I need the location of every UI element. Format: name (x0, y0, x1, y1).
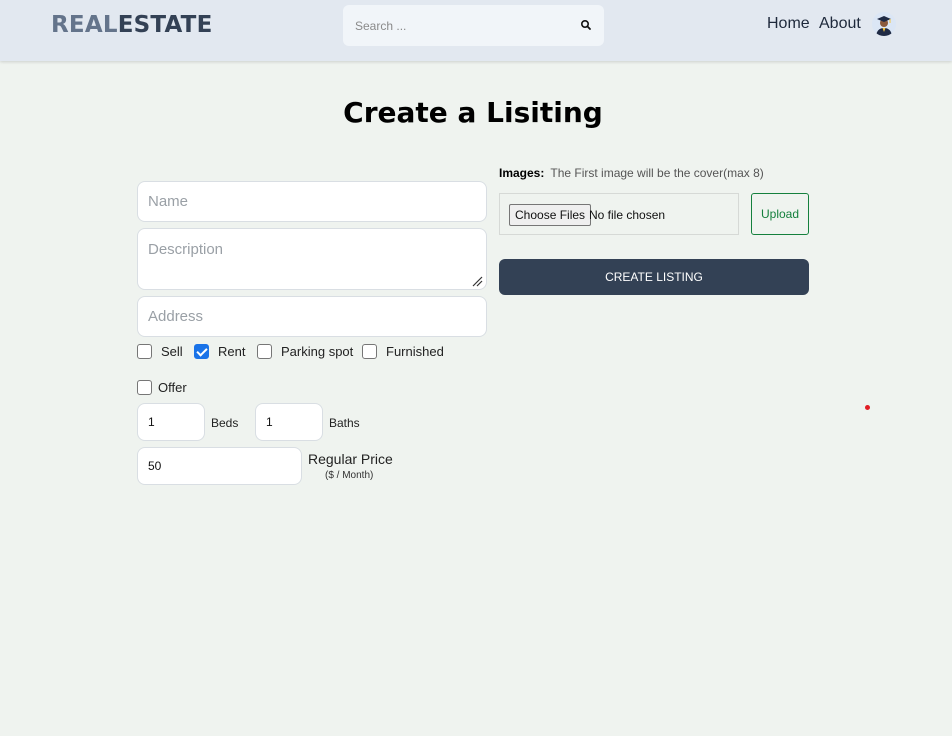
sell-checkbox-box[interactable] (137, 344, 152, 359)
regular-price-label: Regular Price (308, 451, 393, 467)
user-avatar-icon (872, 12, 896, 36)
parking-spot-label: Parking spot (281, 344, 354, 359)
offer-checkbox-box[interactable] (137, 380, 152, 395)
avatar[interactable] (872, 12, 896, 36)
resize-handle-icon[interactable] (471, 275, 483, 287)
upload-button[interactable]: Upload (751, 193, 809, 235)
furnished-checkbox[interactable]: Furnished (362, 344, 444, 359)
beds-label: Beds (211, 416, 239, 430)
logo-text-real: REAL (51, 12, 118, 38)
rent-checkbox-box[interactable] (194, 344, 209, 359)
search-input[interactable] (343, 5, 563, 46)
furnished-checkbox-box[interactable] (362, 344, 377, 359)
top-navbar: REALESTATE Home About (0, 0, 952, 61)
sell-label: Sell (161, 344, 183, 359)
name-input[interactable] (137, 181, 487, 222)
price-unit-label: ($ / Month) (325, 470, 374, 481)
images-hint-text: The First image will be the cover(max 8) (550, 166, 764, 180)
search-bar (343, 5, 604, 46)
beds-input[interactable]: 1 (137, 403, 205, 441)
offer-label: Offer (158, 380, 187, 395)
sell-checkbox[interactable]: Sell (137, 344, 183, 359)
create-listing-button[interactable]: CREATE LISTING (499, 259, 809, 295)
images-hint: Images: The First image will be the cover… (499, 166, 764, 180)
page-title: Create a Lisiting (343, 96, 603, 129)
regular-price-value: 50 (148, 459, 162, 473)
nav-about-link[interactable]: About (819, 15, 861, 33)
no-file-chosen-text: No file chosen (589, 208, 666, 222)
site-logo[interactable]: REALESTATE (51, 12, 212, 38)
choose-files-button[interactable]: Choose Files (509, 204, 592, 226)
search-icon[interactable] (579, 18, 593, 32)
offer-checkbox[interactable]: Offer (137, 380, 187, 395)
logo-text-estate: ESTATE (117, 12, 213, 38)
rent-checkbox[interactable]: Rent (194, 344, 245, 359)
beds-value: 1 (148, 415, 155, 429)
nav-home-link[interactable]: Home (767, 15, 810, 33)
baths-input[interactable]: 1 (255, 403, 323, 441)
address-input[interactable] (137, 296, 487, 337)
parking-spot-checkbox[interactable]: Parking spot (257, 344, 353, 359)
baths-label: Baths (329, 416, 360, 430)
baths-value: 1 (266, 415, 273, 429)
file-input[interactable]: Choose Files No file chosen (499, 193, 739, 235)
regular-price-input[interactable]: 50 (137, 447, 302, 485)
description-textarea[interactable] (137, 228, 487, 290)
furnished-label: Furnished (386, 344, 444, 359)
images-label: Images: (499, 166, 545, 180)
rent-label: Rent (218, 344, 246, 359)
cursor-dot (865, 405, 870, 410)
parking-spot-checkbox-box[interactable] (257, 344, 272, 359)
